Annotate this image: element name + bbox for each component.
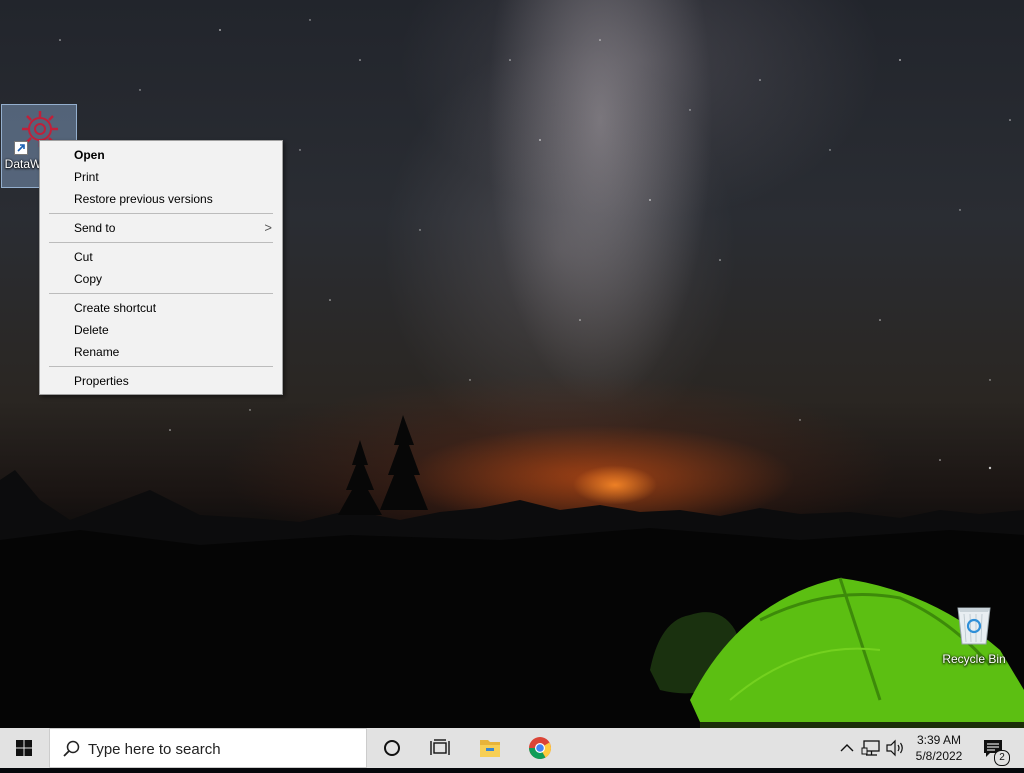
task-view-icon xyxy=(430,739,450,755)
network-icon xyxy=(861,740,880,756)
clock-time: 3:39 AM xyxy=(916,733,962,747)
action-center-button[interactable]: 2 xyxy=(976,728,1014,768)
menu-separator xyxy=(49,366,273,367)
desktop-icon-label: Recycle Bin xyxy=(942,652,1006,666)
clock-date: 5/8/2022 xyxy=(915,749,963,763)
menu-item-restore-previous-versions[interactable]: Restore previous versions xyxy=(40,188,282,210)
menu-item-send-to[interactable]: Send to > xyxy=(40,217,282,239)
menu-separator xyxy=(49,293,273,294)
notification-count-badge: 2 xyxy=(994,750,1010,766)
menu-item-label: Send to xyxy=(74,221,116,235)
chrome-button[interactable] xyxy=(516,728,564,768)
chevron-right-icon: > xyxy=(264,220,272,235)
search-icon xyxy=(63,740,80,757)
menu-item-cut[interactable]: Cut xyxy=(40,246,282,268)
context-menu: Open Print Restore previous versions Sen… xyxy=(39,140,283,395)
file-explorer-button[interactable] xyxy=(466,728,514,768)
volume-icon xyxy=(886,739,903,757)
menu-item-print[interactable]: Print xyxy=(40,166,282,188)
menu-item-label: Create shortcut xyxy=(74,301,157,315)
menu-item-delete[interactable]: Delete xyxy=(40,319,282,341)
menu-item-label: Print xyxy=(74,170,99,184)
menu-separator xyxy=(49,242,273,243)
taskbar-clock[interactable]: 3:39 AM 5/8/2022 xyxy=(905,732,973,764)
pine-trees xyxy=(338,415,428,515)
taskbar: 3:39 AM 5/8/2022 2 xyxy=(0,728,1024,768)
file-explorer-icon xyxy=(480,740,500,757)
menu-item-label: Open xyxy=(74,148,105,162)
recycle-bin-icon xyxy=(957,607,991,645)
menu-item-properties[interactable]: Properties xyxy=(40,370,282,392)
task-view-button[interactable] xyxy=(416,728,464,768)
chevron-up-icon xyxy=(840,744,854,752)
network-tray-button[interactable] xyxy=(860,728,884,768)
menu-item-open[interactable]: Open xyxy=(40,144,282,166)
menu-item-label: Restore previous versions xyxy=(74,192,213,206)
menu-item-label: Delete xyxy=(74,323,109,337)
cortana-button[interactable] xyxy=(368,728,416,768)
menu-item-label: Rename xyxy=(74,345,120,359)
windows-logo-icon xyxy=(16,740,32,756)
menu-item-copy[interactable]: Copy xyxy=(40,268,282,290)
search-input[interactable] xyxy=(88,738,358,760)
menu-item-rename[interactable]: Rename xyxy=(40,341,282,363)
cortana-circle-icon xyxy=(384,740,400,756)
menu-separator xyxy=(49,213,273,214)
taskbar-search-box[interactable] xyxy=(49,728,367,768)
show-hidden-icons-button[interactable] xyxy=(836,728,858,768)
menu-item-label: Properties xyxy=(74,374,129,388)
start-button[interactable] xyxy=(0,728,48,768)
shortcut-arrow-icon xyxy=(14,141,28,155)
chrome-icon xyxy=(529,737,551,759)
menu-item-label: Copy xyxy=(74,272,103,286)
menu-item-create-shortcut[interactable]: Create shortcut xyxy=(40,297,282,319)
desktop-icon-recycle-bin[interactable]: Recycle Bin xyxy=(936,600,1012,670)
volume-tray-button[interactable] xyxy=(884,728,906,768)
menu-item-label: Cut xyxy=(74,250,93,264)
